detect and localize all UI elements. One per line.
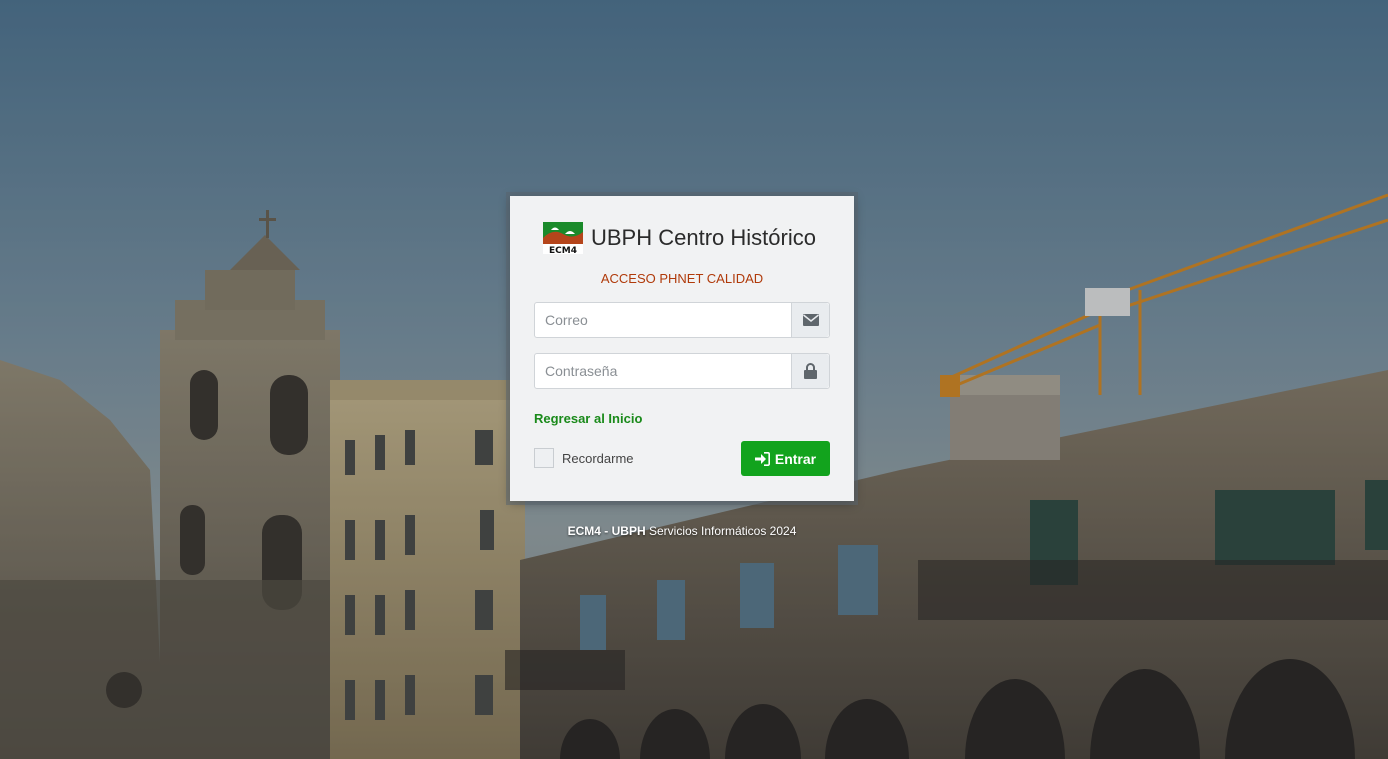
brand-header: ECM4 UBPH Centro Histórico <box>543 221 816 255</box>
email-field-group <box>534 302 830 338</box>
ecm4-logo: ECM4 <box>543 222 583 254</box>
remember-checkbox[interactable] <box>534 448 554 468</box>
footer-org-ecm4: ECM4 <box>567 524 601 538</box>
logo-text: ECM4 <box>549 246 577 254</box>
lock-icon <box>791 354 829 388</box>
login-button[interactable]: Entrar <box>741 441 830 476</box>
login-page: ECM4 UBPH Centro Histórico ACCESO PHNET … <box>0 0 1388 759</box>
envelope-icon <box>791 303 829 337</box>
back-to-home-link[interactable]: Regresar al Inicio <box>534 411 642 426</box>
login-card: ECM4 UBPH Centro Histórico ACCESO PHNET … <box>510 196 854 501</box>
app-title: UBPH Centro Histórico <box>591 225 816 250</box>
remember-me[interactable]: Recordarme <box>534 447 634 469</box>
password-field-group <box>534 353 830 389</box>
access-subtitle: ACCESO PHNET CALIDAD <box>600 271 764 286</box>
sign-in-icon <box>754 451 770 466</box>
login-button-label: Entrar <box>774 450 817 467</box>
footer-separator: - <box>600 524 612 538</box>
password-input[interactable] <box>535 354 791 388</box>
email-input[interactable] <box>535 303 791 337</box>
remember-label: Recordarme <box>562 450 634 466</box>
footer-text: Servicios Informáticos 2024 <box>645 524 797 538</box>
page-footer: ECM4 - UBPH Servicios Informáticos 2024 <box>510 524 854 538</box>
footer-org-ubph: UBPH <box>611 524 646 538</box>
